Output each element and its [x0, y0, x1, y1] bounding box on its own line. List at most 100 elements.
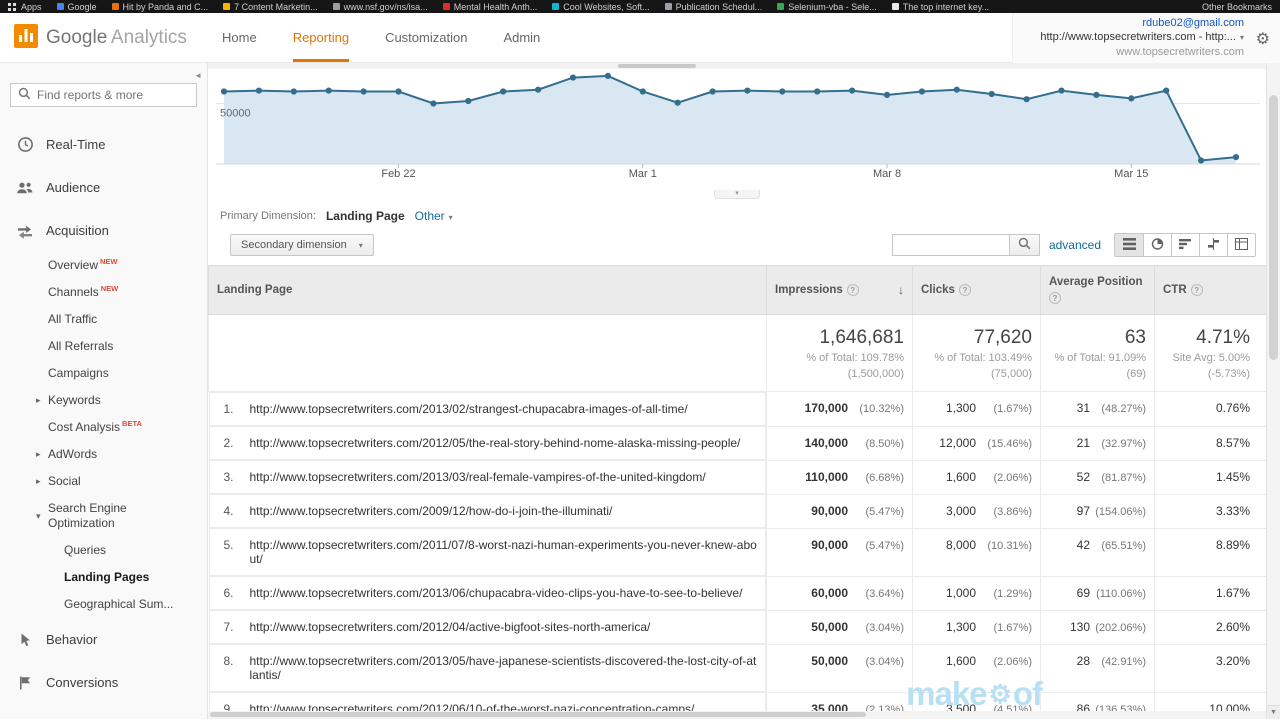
average-position-cell: 69 (110.06%) — [1040, 575, 1155, 611]
gear-icon[interactable]: ⚙ — [1256, 29, 1270, 49]
bookmark-item[interactable]: 7 Content Marketin... — [223, 2, 318, 12]
nav-item-reporting[interactable]: Reporting — [292, 13, 350, 62]
nav-item-admin[interactable]: Admin — [503, 13, 540, 62]
bookmark-item[interactable]: Publication Schedul... — [664, 1, 763, 12]
google-analytics-logo[interactable]: Google Analytics — [0, 13, 208, 62]
landing-page-url[interactable]: http://www.topsecretwriters.com/2011/07/… — [250, 538, 758, 566]
sidebar-item-all-referrals[interactable]: All Referrals — [0, 333, 207, 360]
column-header-clicks[interactable]: Clicks? — [912, 265, 1041, 315]
sidebar-item-cost-analysis[interactable]: Cost Analysis BETA — [0, 414, 207, 441]
percentage-view-button[interactable] — [1143, 234, 1171, 256]
help-icon[interactable]: ? — [1049, 292, 1061, 304]
landing-page-url[interactable]: http://www.topsecretwriters.com/2012/05/… — [250, 436, 741, 450]
vertical-scrollbar[interactable]: ▼ — [1266, 63, 1280, 719]
sidebar-item-audience[interactable]: Audience — [0, 166, 207, 209]
sidebar-item-social[interactable]: ▸ Social — [0, 468, 207, 495]
bookmark-item[interactable]: Cool Websites, Soft... — [552, 2, 650, 12]
sidebar-item-keywords[interactable]: ▸ Keywords — [0, 387, 207, 414]
nav-item-customization[interactable]: Customization — [385, 13, 467, 62]
badge-beta: BETA — [122, 419, 142, 428]
report-content: 50000 Feb 22 Mar 1 Mar 8 Mar 15 ▾ Primary Di… — [208, 63, 1280, 719]
vertical-scrollbar-thumb[interactable] — [1269, 95, 1278, 360]
clicks-cell: 1,000 (1.29%) — [912, 575, 1041, 611]
landing-page-url[interactable]: http://www.topsecretwriters.com/2009/12/… — [250, 504, 613, 518]
sidebar-item-label: Real-Time — [46, 137, 106, 152]
bookmark-item[interactable]: www.nsf.gov/ns/isa... — [332, 2, 428, 12]
primary-dimension-landing-page[interactable]: Landing Page — [326, 209, 405, 223]
sidebar-item-real-time[interactable]: Real-Time — [0, 123, 207, 166]
bookmark-item[interactable]: Google — [56, 2, 97, 12]
scroll-down-button[interactable]: ▼ — [1267, 705, 1280, 719]
help-icon[interactable]: ? — [958, 284, 971, 296]
bookmark-item[interactable]: Selenium-vba - Sele... — [777, 2, 877, 12]
help-icon[interactable]: ? — [846, 284, 859, 296]
table-header-row: Landing Page Impressions? ↓ Clicks? Avera… — [208, 265, 1267, 315]
advanced-search-link[interactable]: advanced — [1049, 238, 1101, 252]
search-input[interactable] — [37, 88, 189, 102]
column-header-landing-page[interactable]: Landing Page — [208, 265, 767, 315]
landing-page-url[interactable]: http://www.topsecretwriters.com/2013/05/… — [250, 654, 758, 682]
primary-dimension-label: Primary Dimension: — [220, 210, 316, 222]
sidebar-item-conversions[interactable]: Conversions — [0, 661, 207, 704]
bookmark-item[interactable]: Mental Health Anth... — [442, 2, 537, 12]
help-icon[interactable]: ? — [1190, 284, 1203, 296]
sidebar-item-queries[interactable]: Queries — [0, 537, 207, 564]
landing-page-url[interactable]: http://www.topsecretwriters.com/2013/02/… — [250, 402, 688, 416]
account-info: rdube02@gmail.com http://www.topsecretwr… — [1040, 16, 1244, 59]
landing-page-url[interactable]: http://www.topsecretwriters.com/2013/03/… — [250, 470, 706, 484]
sidebar-item-label: Landing Pages — [64, 570, 150, 584]
secondary-dimension-button[interactable]: Secondary dimension ▾ — [230, 234, 374, 256]
browser-bookmarks-bar: Apps Google Hit by Panda and C... 7 Conten… — [0, 0, 1280, 13]
sidebar-item-campaigns[interactable]: Campaigns — [0, 360, 207, 387]
table-view-button[interactable] — [1115, 234, 1143, 256]
sidebar-item-behavior[interactable]: Behavior — [0, 618, 207, 661]
column-header-ctr[interactable]: CTR? — [1154, 265, 1267, 315]
column-header-impressions[interactable]: Impressions? ↓ — [766, 265, 913, 315]
performance-view-button[interactable] — [1171, 234, 1199, 256]
sidebar-item-geographical-sum[interactable]: Geographical Sum... — [0, 591, 207, 618]
table-toolbar: Secondary dimension ▾ advanced — [208, 231, 1266, 265]
sidebar-item-adwords[interactable]: ▸ AdWords — [0, 441, 207, 468]
chart-collapse-handle[interactable]: ▾ — [714, 190, 760, 199]
sidebar-item-overview[interactable]: Overview NEW — [0, 252, 207, 279]
sidebar-item-channels[interactable]: Channels NEW — [0, 279, 207, 306]
pivot-icon — [1235, 237, 1248, 253]
sidebar-item-label: Acquisition — [46, 223, 109, 238]
bookmark-label: Publication Schedul... — [675, 1, 763, 12]
bookmark-item[interactable]: Hit by Panda and C... — [111, 2, 208, 12]
column-header-average-position[interactable]: Average Position? — [1040, 265, 1155, 315]
bookmark-favicon — [111, 3, 119, 10]
property-selector[interactable]: http://www.topsecretwriters.com - http:.… — [1040, 30, 1244, 45]
bookmark-item[interactable]: The top internet key... — [891, 2, 989, 12]
comparison-view-button[interactable] — [1199, 234, 1227, 256]
clicks-cell: 1,300 (1.67%) — [912, 391, 1041, 427]
top-scrollbar-thumb[interactable] — [618, 64, 696, 68]
account-email[interactable]: rdube02@gmail.com — [1040, 16, 1244, 30]
svg-text:Mar 15: Mar 15 — [1114, 168, 1148, 180]
pivot-view-button[interactable] — [1227, 234, 1255, 256]
table-search-button[interactable] — [1009, 234, 1040, 256]
chevron-down-icon: ▾ — [1239, 33, 1244, 42]
svg-text:Mar 8: Mar 8 — [873, 168, 901, 180]
impressions-cell: 50,000 (3.04%) — [766, 609, 913, 645]
apps-shortcut[interactable]: Apps — [8, 2, 42, 12]
landing-page-url[interactable]: http://www.topsecretwriters.com/2013/06/… — [250, 586, 743, 600]
primary-dimension-other[interactable]: Other ▾ — [415, 209, 453, 223]
behavior-icon — [16, 631, 34, 648]
sidebar-item-acquisition[interactable]: Acquisition — [0, 209, 207, 252]
ctr-cell: 1.45% — [1154, 459, 1267, 495]
sidebar-collapse-icon[interactable]: ◄ — [194, 71, 202, 80]
average-position-cell: 28 (42.91%) — [1040, 643, 1155, 693]
sidebar-item-all-traffic[interactable]: All Traffic — [0, 306, 207, 333]
landing-page-url[interactable]: http://www.topsecretwriters.com/2012/04/… — [250, 620, 651, 634]
clicks-cell: 1,600 (2.06%) — [912, 643, 1041, 693]
other-bookmarks-button[interactable]: Other Bookmarks — [1202, 2, 1272, 12]
sidebar-item-landing-pages[interactable]: Landing Pages — [0, 564, 207, 591]
nav-item-home[interactable]: Home — [222, 13, 257, 62]
sidebar-item-search-engine-optimization[interactable]: ▾ Search Engine Optimization — [0, 495, 207, 537]
table-search-input[interactable] — [891, 234, 1010, 256]
horizontal-scrollbar[interactable] — [208, 711, 1266, 719]
sidebar-search[interactable] — [10, 83, 197, 107]
top-scrollbar[interactable] — [208, 63, 1266, 69]
horizontal-scrollbar-thumb[interactable] — [210, 712, 866, 717]
